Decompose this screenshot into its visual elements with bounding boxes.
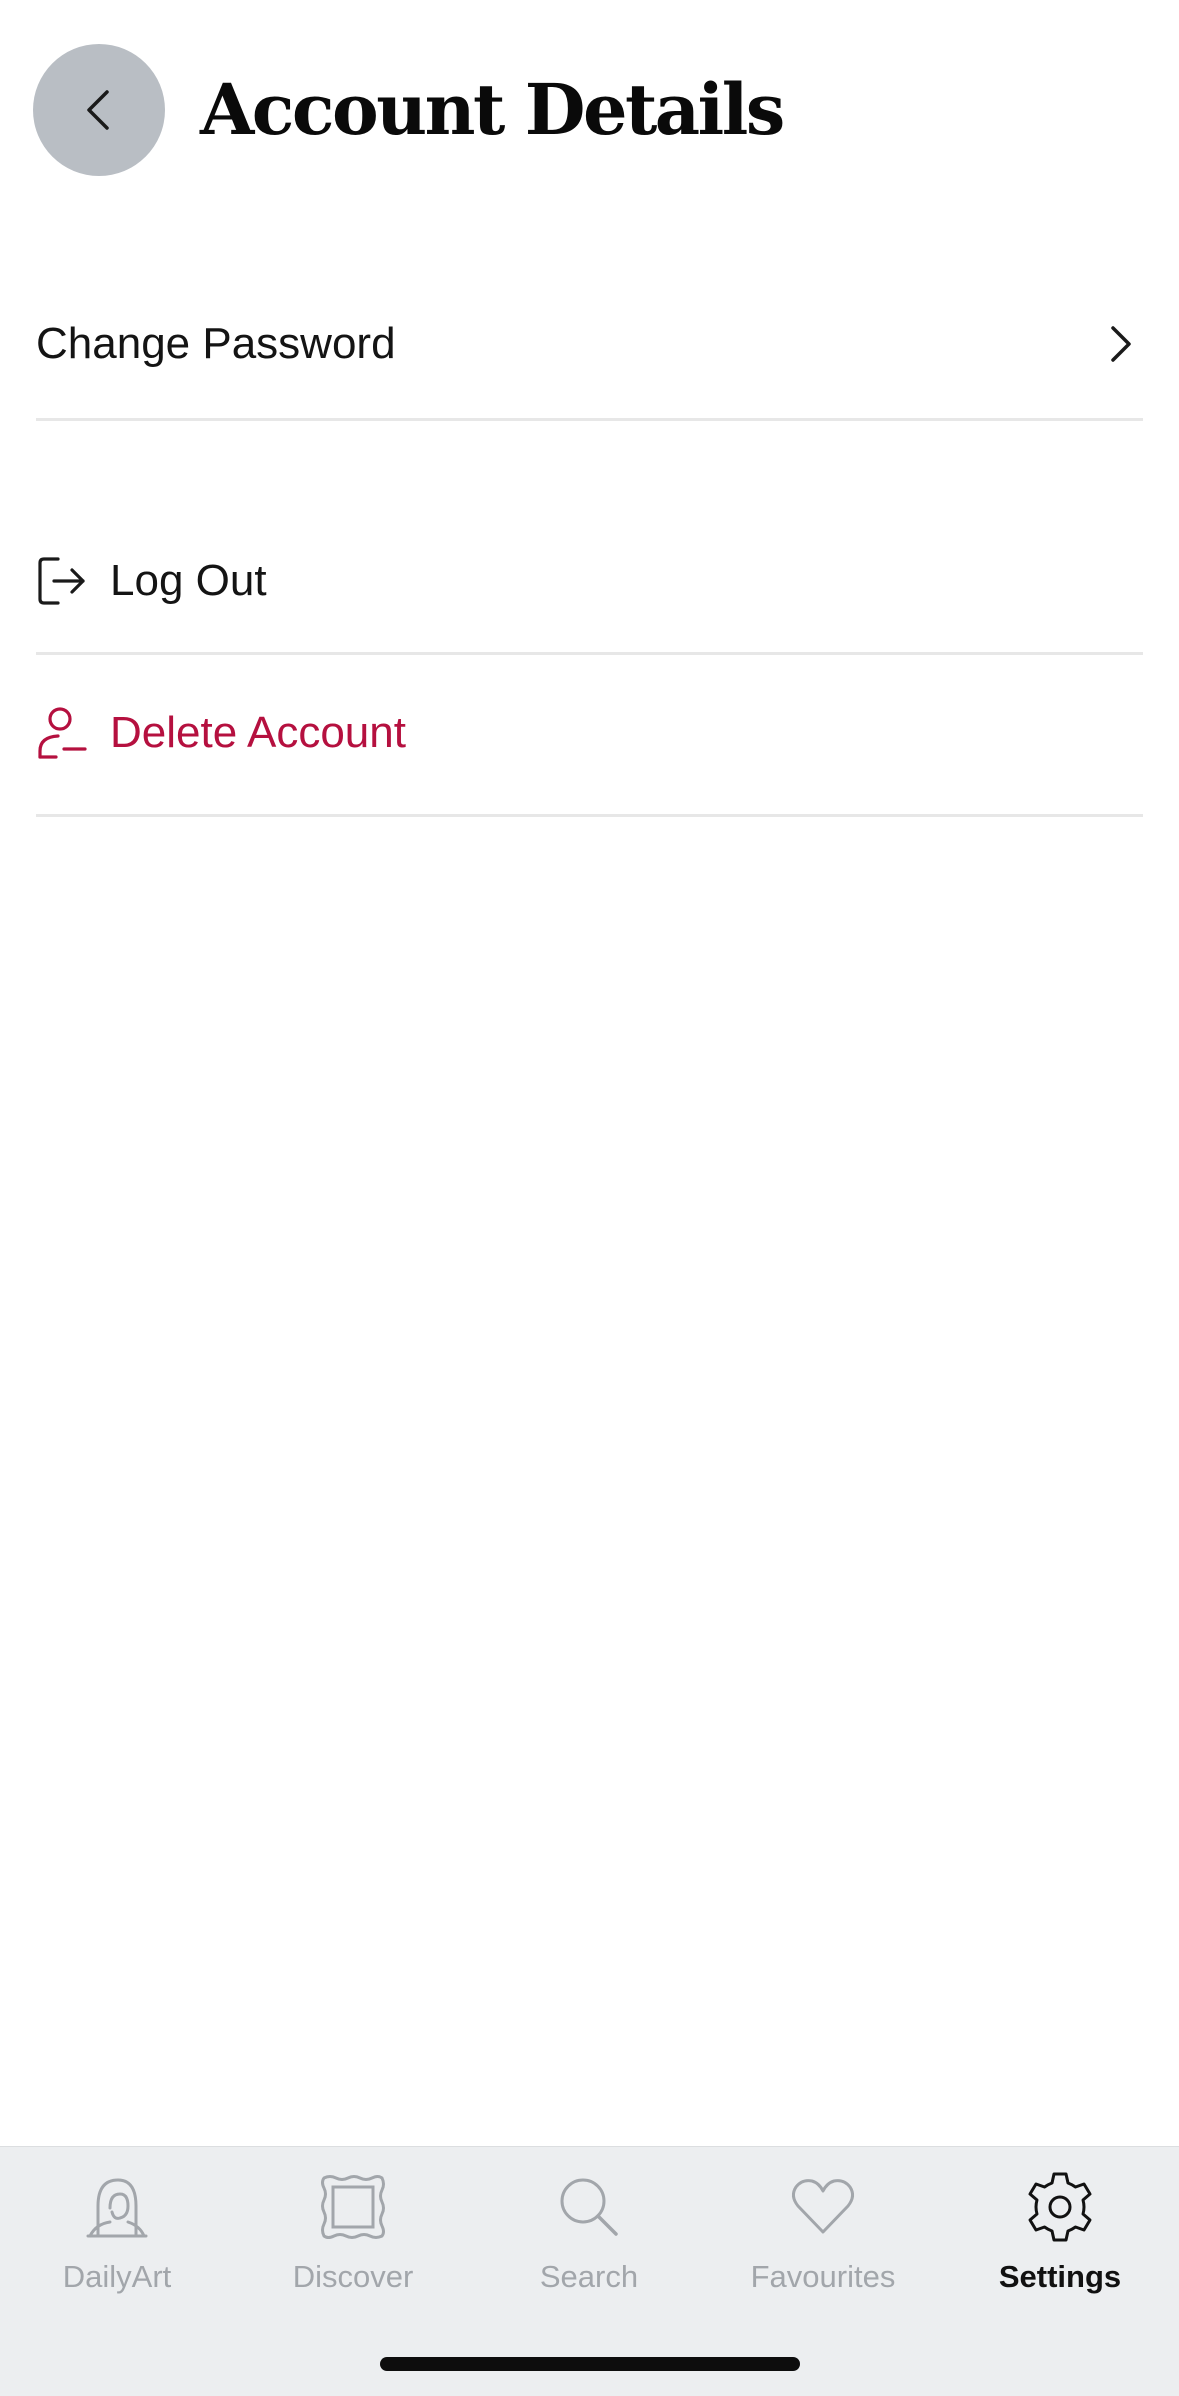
change-password-label: Change Password [36, 319, 396, 368]
log-out-label: Log Out [110, 556, 267, 605]
header: Account Details [0, 0, 1179, 220]
tab-favourites[interactable]: Favourites [723, 2169, 923, 2299]
bottom-tab-bar: DailyArt Discover Search Favourites Sett… [0, 2146, 1179, 2396]
search-icon [551, 2169, 627, 2245]
home-indicator[interactable] [380, 2357, 800, 2371]
logout-icon [36, 553, 88, 609]
delete-account-row[interactable]: Delete Account [36, 652, 1143, 817]
back-button[interactable] [33, 44, 165, 176]
chevron-left-icon [87, 90, 109, 130]
log-out-row[interactable]: Log Out [36, 510, 1143, 655]
frame-icon [315, 2169, 391, 2245]
account-details-screen: Account Details Change Password Log Out [0, 0, 1179, 2396]
tab-settings[interactable]: Settings [960, 2169, 1160, 2299]
change-password-row[interactable]: Change Password [36, 270, 1143, 421]
portrait-icon [79, 2169, 155, 2245]
tab-discover-label: Discover [292, 2259, 414, 2294]
tab-dailyart[interactable]: DailyArt [17, 2169, 217, 2299]
tab-dailyart-label: DailyArt [62, 2259, 172, 2294]
tab-favourites-label: Favourites [750, 2259, 896, 2294]
tab-search[interactable]: Search [489, 2169, 689, 2299]
tab-discover[interactable]: Discover [253, 2169, 453, 2299]
tab-settings-label: Settings [998, 2259, 1122, 2294]
page-title: Account Details [200, 68, 785, 151]
heart-icon [785, 2169, 861, 2245]
chevron-right-icon [1111, 326, 1131, 362]
delete-account-label: Delete Account [110, 708, 406, 757]
remove-user-icon [36, 705, 88, 761]
tab-search-label: Search [539, 2259, 639, 2294]
gear-icon [1022, 2169, 1098, 2245]
